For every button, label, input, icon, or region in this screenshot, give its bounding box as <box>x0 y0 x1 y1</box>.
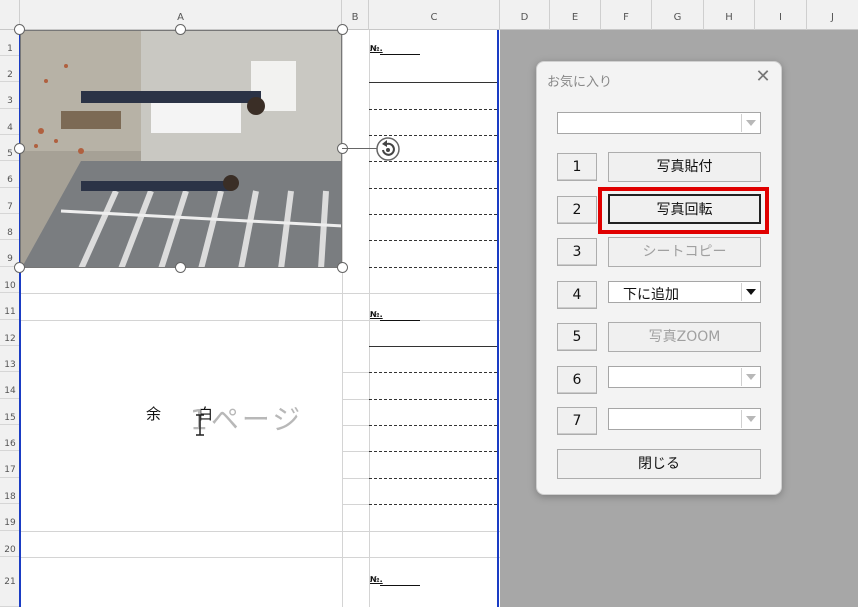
title-line <box>369 82 497 83</box>
column-header-g[interactable]: G <box>652 0 704 30</box>
row-header[interactable]: 16 <box>0 425 20 451</box>
column-header-i[interactable]: I <box>755 0 807 30</box>
row-header[interactable]: 4 <box>0 109 20 135</box>
column-divider <box>342 30 343 607</box>
add-below-combo[interactable]: 下に追加 <box>608 281 761 303</box>
chevron-down-icon[interactable] <box>741 114 759 132</box>
number-underline <box>380 54 420 55</box>
dotted-line <box>369 109 497 110</box>
column-header-c[interactable]: C <box>369 0 500 30</box>
row-header[interactable]: 6 <box>0 161 20 188</box>
page-break-right <box>497 30 499 607</box>
highlight-box <box>598 187 769 234</box>
dotted-line <box>369 372 497 373</box>
dotted-line <box>369 267 497 268</box>
dotted-line <box>369 399 497 400</box>
dotted-line <box>369 504 497 505</box>
row-header[interactable]: 13 <box>0 346 20 372</box>
number-underline <box>380 320 420 321</box>
title-line <box>369 346 497 347</box>
row-header[interactable]: 11 <box>0 293 20 320</box>
dotted-line <box>369 425 497 426</box>
number-label: №. <box>370 44 383 53</box>
slot-2-button[interactable]: 2 <box>557 196 597 224</box>
row-header[interactable]: 3 <box>0 82 20 109</box>
row-header[interactable]: 21 <box>0 557 20 607</box>
favorite-select-combo[interactable] <box>557 112 761 134</box>
close-button[interactable]: 閉じる <box>557 449 761 479</box>
resize-handle[interactable] <box>14 143 25 154</box>
photo-zoom-button[interactable]: 写真ZOOM <box>608 322 761 352</box>
stairwell-photo <box>21 31 341 267</box>
rotation-connector <box>342 148 378 149</box>
row-divider <box>342 399 369 400</box>
text-cursor-icon <box>194 414 206 436</box>
row-divider <box>342 451 369 452</box>
dotted-line <box>369 188 497 189</box>
slot-3-button[interactable]: 3 <box>557 238 597 266</box>
slot-5-button[interactable]: 5 <box>557 323 597 351</box>
row-divider <box>342 372 369 373</box>
resize-handle[interactable] <box>14 24 25 35</box>
photo-paste-button[interactable]: 写真貼付 <box>608 152 761 182</box>
column-header-d[interactable]: D <box>500 0 550 30</box>
row-header[interactable]: 12 <box>0 320 20 346</box>
row-divider <box>342 478 369 479</box>
column-header-h[interactable]: H <box>704 0 755 30</box>
row-header[interactable]: 7 <box>0 188 20 214</box>
slot-7-button[interactable]: 7 <box>557 407 597 435</box>
row-divider <box>342 504 369 505</box>
resize-handle[interactable] <box>175 24 186 35</box>
column-header-bar: A B C D E F G H I J <box>0 0 858 30</box>
photo-image[interactable] <box>20 30 342 268</box>
column-header-j[interactable]: J <box>807 0 858 30</box>
dotted-line <box>369 478 497 479</box>
row-header[interactable]: 17 <box>0 451 20 478</box>
number-underline <box>380 585 420 586</box>
row-divider <box>20 557 500 558</box>
resize-handle[interactable] <box>175 262 186 273</box>
row-divider <box>342 425 369 426</box>
row-divider <box>20 531 500 532</box>
favorites-dialog: お気に入り ✕ 1 写真貼付 2 写真回転 3 シートコピー 4 下に追加 5 … <box>536 61 782 495</box>
row-header[interactable]: 19 <box>0 504 20 531</box>
column-header-f[interactable]: F <box>601 0 652 30</box>
dotted-line <box>369 240 497 241</box>
dialog-title: お気に入り <box>547 75 613 90</box>
row-divider <box>20 320 500 321</box>
chevron-down-icon[interactable] <box>741 368 759 386</box>
resize-handle[interactable] <box>337 262 348 273</box>
resize-handle[interactable] <box>14 262 25 273</box>
slot-4-button[interactable]: 4 <box>557 281 597 309</box>
dotted-line <box>369 214 497 215</box>
row-header[interactable]: 18 <box>0 478 20 504</box>
row-header[interactable]: 15 <box>0 399 20 425</box>
sheet-copy-button[interactable]: シートコピー <box>608 237 761 267</box>
row-header[interactable]: 14 <box>0 372 20 399</box>
row-header-bar: 1 2 3 4 5 6 7 8 9 10 11 12 13 14 15 16 1… <box>0 30 20 607</box>
row-header[interactable]: 2 <box>0 56 20 82</box>
dotted-line <box>369 451 497 452</box>
number-label: №. <box>370 575 383 584</box>
close-icon[interactable]: ✕ <box>753 67 773 87</box>
resize-handle[interactable] <box>337 24 348 35</box>
row-header[interactable]: 8 <box>0 214 20 240</box>
page-number-watermark: 1ページ <box>190 403 304 436</box>
slot-6-button[interactable]: 6 <box>557 366 597 394</box>
slot-7-combo[interactable] <box>608 408 761 430</box>
chevron-down-icon[interactable] <box>741 410 759 428</box>
slot-1-button[interactable]: 1 <box>557 153 597 181</box>
slot-6-combo[interactable] <box>608 366 761 388</box>
combo-value: 下に追加 <box>623 287 679 303</box>
number-label: №. <box>370 310 383 319</box>
chevron-down-icon[interactable] <box>741 283 759 301</box>
row-divider <box>20 293 500 294</box>
row-header[interactable]: 20 <box>0 531 20 557</box>
margin-label-char-1: 余 <box>146 405 162 423</box>
rotate-handle-icon[interactable] <box>375 136 401 162</box>
column-header-e[interactable]: E <box>550 0 601 30</box>
